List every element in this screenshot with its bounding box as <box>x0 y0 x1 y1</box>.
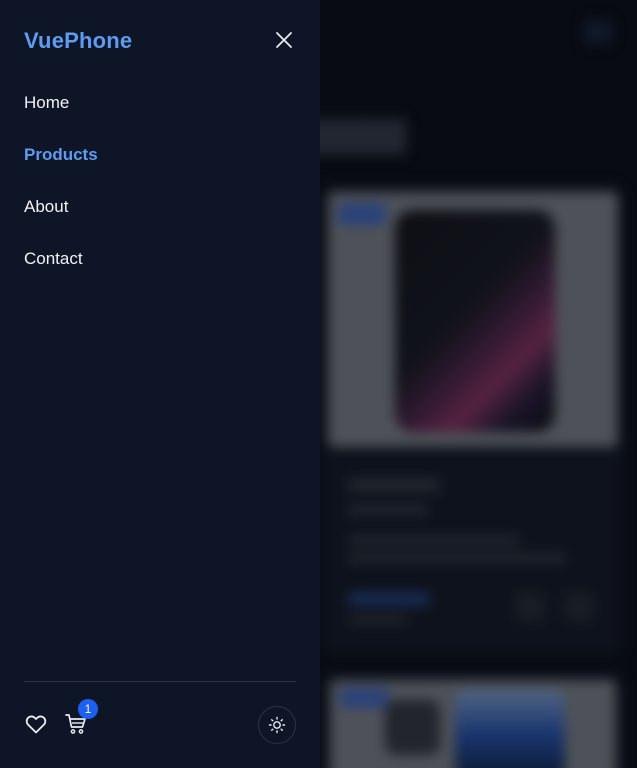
nav-item-contact[interactable]: Contact <box>24 246 296 298</box>
wishlist-button[interactable] <box>23 711 49 737</box>
drawer-nav: Home Products About Contact <box>24 90 296 298</box>
cart-count-badge: 1 <box>78 699 98 719</box>
heart-icon <box>25 715 47 734</box>
sun-icon <box>268 716 286 734</box>
close-button[interactable] <box>270 26 298 54</box>
nav-item-home[interactable]: Home <box>24 90 296 142</box>
close-icon <box>276 32 292 48</box>
mobile-nav-drawer: VuePhone Home Products About Contact 1 <box>0 0 320 768</box>
nav-item-about[interactable]: About <box>24 194 296 246</box>
brand-logo[interactable]: VuePhone <box>24 28 132 54</box>
nav-item-products[interactable]: Products <box>24 142 296 194</box>
footer-divider <box>24 681 296 682</box>
theme-toggle-button[interactable] <box>258 706 296 744</box>
